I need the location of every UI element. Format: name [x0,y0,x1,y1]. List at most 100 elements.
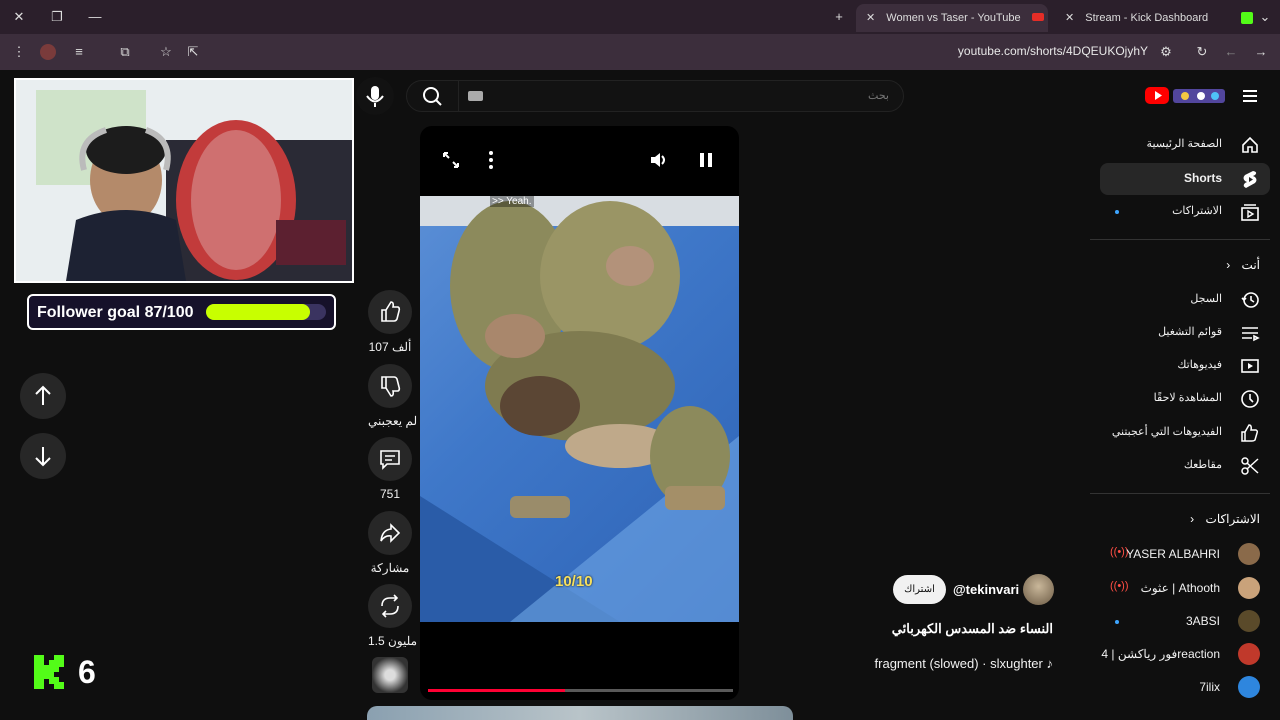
subscriptions-section-header[interactable]: › الاشتراكات [1190,512,1260,526]
tab-list-icon[interactable]: ⌄ [1256,8,1274,26]
new-content-dot-icon [1115,210,1119,214]
sidebar-sub-item[interactable]: 7ilix [1100,674,1270,702]
sidebar-item-shorts[interactable]: Shorts [1100,163,1270,195]
sidebar-item-watch-later[interactable]: المشاهدة لاحقًا [1100,383,1270,415]
sidebar-item-liked-videos[interactable]: الفيديوهات التي أعجبتني [1100,417,1270,449]
sidebar-sub-item[interactable]: ((•)) YASER ALBAHRI [1100,541,1270,569]
sidebar-sub-item[interactable]: ((•)) عثوث | Athooth [1100,575,1270,603]
reading-list-icon[interactable]: ≡ [70,43,88,61]
minimize-window-icon[interactable]: — [86,8,104,26]
remix-action[interactable]: 1.5 مليون [368,584,417,648]
new-content-dot-icon [1115,620,1119,624]
dislike-action[interactable]: لم يعجبني [368,364,418,428]
kick-viewer-counter: 6 [30,652,106,692]
more-options-icon[interactable] [486,150,496,170]
close-tab-icon[interactable]: ✕ [1065,12,1074,24]
back-icon[interactable]: → [1252,43,1270,61]
menu-icon[interactable]: ⋮ [10,43,28,61]
channel-avatar [1238,610,1260,632]
tab-youtube[interactable]: ✕ Women vs Taser - YouTube [856,4,1048,32]
live-icon: ((•)) [1110,580,1129,592]
close-window-icon[interactable]: ✕ [10,8,28,26]
channel-avatar[interactable] [1023,574,1054,605]
sidebar-item-label: Shorts [1183,171,1222,185]
tab-title: Women vs Taser - YouTube [886,12,1021,24]
video-caption: >> Yeah. [490,196,534,207]
you-section-header[interactable]: › أنت [1226,258,1260,272]
share-page-icon[interactable]: ⇱ [184,43,202,61]
subscribe-button[interactable]: اشتراك [893,575,946,604]
sub-item-label: 3ABSI [1185,614,1220,628]
new-tab-icon[interactable]: + [830,8,848,26]
guide-menu-button[interactable] [1240,86,1260,106]
follower-goal-label: Follower goal 87/100 [37,304,194,321]
comment-count: 751 [379,487,401,501]
sidebar-sub-item[interactable]: فور رياكشن | 4reaction [1100,641,1270,669]
sidebar-item-label: الصفحة الرئيسية [1146,138,1222,150]
sidebar-item-label: الاشتراكات [1172,205,1222,217]
sidebar-item-playlists[interactable]: قوائم التشغيل [1100,317,1270,349]
sidebar-item-label: الفيديوهات التي أعجبتني [1111,426,1222,438]
dislike-label: لم يعجبني [368,414,418,428]
reload-icon[interactable]: ↻ [1193,43,1211,61]
playback-progress-bar[interactable] [428,689,733,692]
fullscreen-icon[interactable] [441,150,461,170]
sidebar-item-your-videos[interactable]: فيديوهاتك [1100,350,1270,382]
volume-icon[interactable] [648,150,668,170]
comments-action[interactable]: 751 [368,437,412,501]
chevron-left-icon: › [1190,512,1195,526]
profile-avatar[interactable] [40,44,56,60]
video-counter-text: 10/10 [555,573,593,590]
shorts-player[interactable]: >> Yeah. 10/10 [420,126,739,700]
close-tab-icon[interactable]: ✕ [866,12,875,24]
search-box[interactable]: بحث [406,80,904,112]
address-bar: ⋮ ≡ ⧉ ☆ ⇱ youtube.com/shorts/4DQEUKOjyhY… [0,34,1280,70]
subscriptions-header-label: الاشتراكات [1205,512,1260,526]
like-button[interactable] [368,290,412,334]
like-action[interactable]: 107 ألف [368,290,412,354]
extensions-icon[interactable]: ⧉ [116,43,134,61]
comments-button[interactable] [368,437,412,481]
pause-icon[interactable] [696,150,716,170]
sidebar-item-home[interactable]: الصفحة الرئيسية [1100,129,1270,161]
follower-goal-widget: Follower goal 87/100 [27,294,336,330]
follower-goal-bar [206,304,326,320]
next-short-button[interactable] [20,433,66,479]
restore-window-icon[interactable]: ❐ [48,8,66,26]
url-field[interactable]: youtube.com/shorts/4DQEUKOjyhY [958,44,1148,58]
remix-button[interactable] [368,584,412,628]
search-button[interactable] [407,81,459,111]
sidebar-item-label: السجل [1190,293,1222,305]
webcam-overlay [14,78,354,283]
search-icon [423,87,442,106]
forward-icon[interactable]: ← [1222,43,1240,61]
sidebar-item-history[interactable]: السجل [1100,284,1270,316]
sidebar-divider [1090,493,1270,494]
hamburger-icon [1243,90,1257,102]
previous-short-button[interactable] [20,373,66,419]
follower-goal-fill [206,304,311,320]
sound-thumbnail[interactable] [372,657,408,693]
video-frame[interactable]: >> Yeah. 10/10 [420,196,739,622]
sidebar-item-subscriptions[interactable]: الاشتراكات [1100,196,1270,228]
sidebar-sub-item[interactable]: 3ABSI [1100,608,1270,636]
channel-handle[interactable]: @tekinvari [953,582,1019,597]
share-action[interactable]: مشاركة [368,511,412,575]
share-button[interactable] [368,511,412,555]
voice-search-button[interactable] [356,77,394,115]
search-input[interactable]: بحث [868,89,889,102]
sub-item-label: عثوث | Athooth [1140,581,1220,595]
sidebar-item-clips[interactable]: مقاطعك [1100,450,1270,482]
video-title: النساء ضد المسدس الكهربائي [891,621,1053,636]
youtube-logo[interactable] [1145,86,1229,106]
dislike-button[interactable] [368,364,412,408]
tab-kick[interactable]: ✕ Stream - Kick Dashboard [1055,4,1255,32]
keyboard-icon[interactable] [468,91,483,101]
bookmark-star-icon[interactable]: ☆ [157,43,175,61]
microphone-icon [366,86,384,107]
channel-avatar [1238,643,1260,665]
sound-link[interactable]: fragment (slowed) · slxughter ♪ [875,656,1053,671]
site-settings-icon[interactable]: ⚙ [1157,43,1175,61]
next-short-preview[interactable] [367,706,793,720]
arrow-down-icon [35,447,51,467]
